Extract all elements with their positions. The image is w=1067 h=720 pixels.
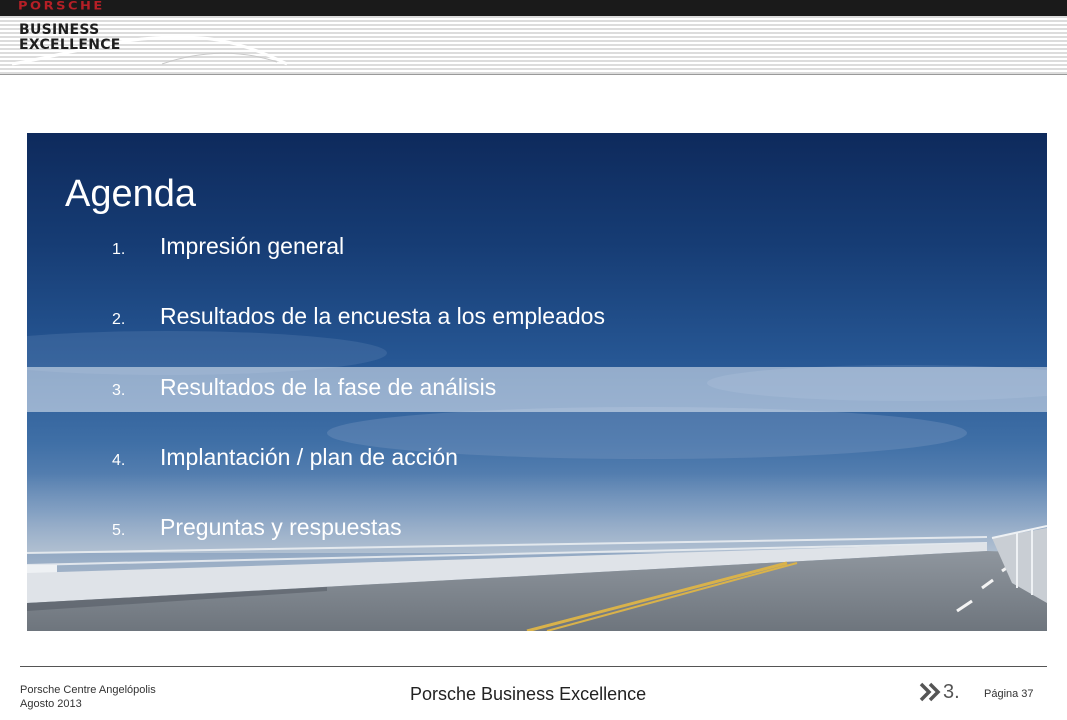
- agenda-item-number: 2.: [112, 311, 126, 328]
- double-chevron-right-icon: [919, 682, 941, 702]
- logo-excellence: EXCELLENCE: [19, 37, 121, 53]
- footer-title: Porsche Business Excellence: [410, 684, 647, 704]
- agenda-item-number: 5.: [112, 522, 126, 539]
- agenda-item[interactable]: 5. Preguntas y respuestas: [112, 514, 402, 541]
- header-divider: [0, 74, 1067, 75]
- footer-section-number: 3.: [943, 681, 960, 703]
- agenda-item[interactable]: 1. Impresión general: [112, 233, 344, 260]
- porsche-wordmark: PORSCHE: [18, 0, 105, 14]
- agenda-item[interactable]: 4. Implantación / plan de acción: [112, 444, 458, 471]
- footer-date: Agosto 2013: [20, 698, 82, 710]
- agenda-item-current[interactable]: 3. Resultados de la fase de análisis: [112, 374, 496, 401]
- agenda-item-label: Preguntas y respuestas: [160, 514, 402, 540]
- agenda-item[interactable]: 2. Resultados de la encuesta a los emplea…: [112, 303, 605, 330]
- agenda-hero: Agenda 1. Impresión general 2. Resultados …: [27, 133, 1047, 631]
- footer-page-number: Página 37: [984, 688, 1034, 700]
- agenda-item-label: Resultados de la fase de análisis: [160, 374, 497, 400]
- footer-dealer-info: Porsche Centre Angelópolis Agosto 2013: [20, 683, 156, 711]
- agenda-item-number: 4.: [112, 452, 126, 469]
- agenda-item-label: Resultados de la encuesta a los empleado…: [160, 303, 605, 329]
- agenda-title: Agenda: [65, 173, 197, 215]
- agenda-item-number: 1.: [112, 241, 126, 258]
- agenda-item-label: Impresión general: [160, 233, 345, 259]
- agenda-item-label: Implantación / plan de acción: [160, 444, 458, 470]
- footer-divider: [20, 666, 1047, 667]
- logo-business: BUSINESS: [19, 22, 100, 38]
- agenda-item-number: 3.: [112, 382, 126, 399]
- footer-dealer-name: Porsche Centre Angelópolis: [20, 684, 156, 696]
- top-bar: PORSCHE: [0, 0, 1067, 16]
